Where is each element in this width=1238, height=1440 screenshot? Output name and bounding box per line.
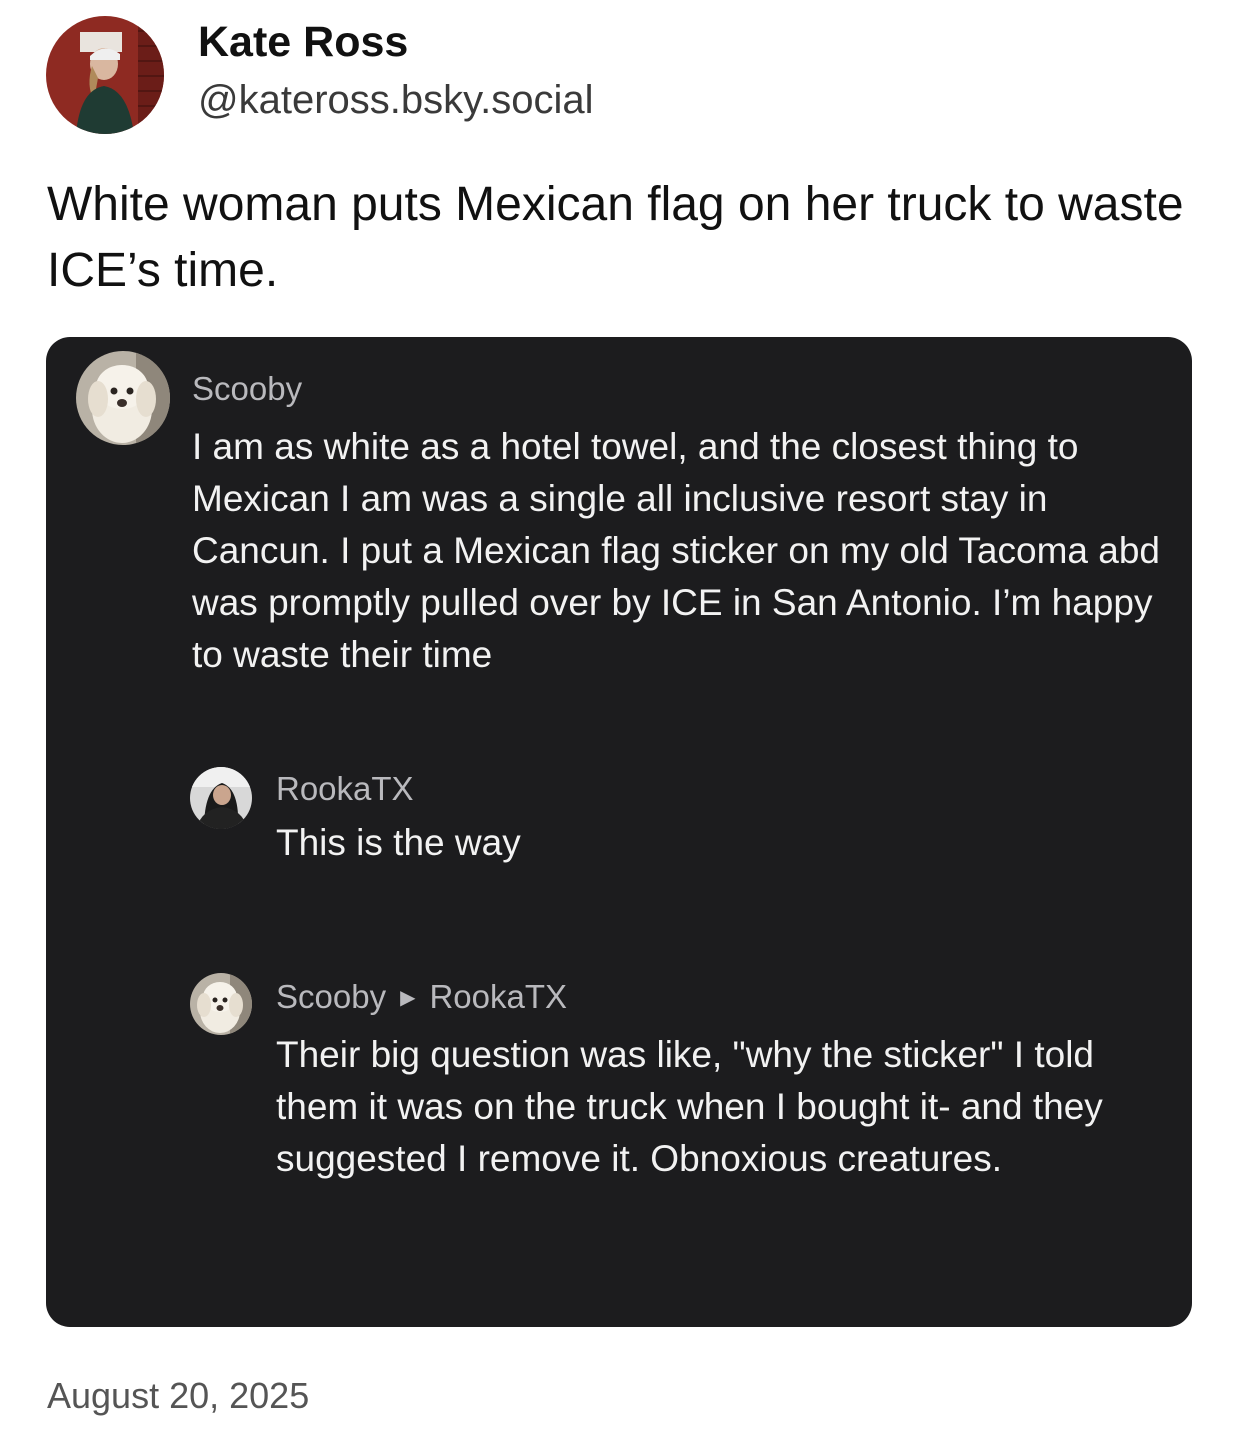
rookatx-avatar	[190, 767, 252, 829]
person-avatar-image	[190, 767, 252, 829]
comment-author: Scooby	[192, 370, 303, 407]
comment-text: I am as white as a hotel towel, and the …	[192, 426, 1160, 675]
author-avatar-image	[46, 16, 164, 134]
author-handle[interactable]: @kateross.bsky.social	[198, 74, 594, 126]
comment-rookatx: RookaTX This is the way	[190, 767, 1170, 877]
post-date: August 20, 2025	[47, 1375, 310, 1416]
comment-text: This is the way	[276, 822, 521, 863]
scooby-avatar	[76, 351, 170, 445]
author-info: Kate Ross @kateross.bsky.social	[198, 16, 594, 126]
reply-to-author: RookaTX	[429, 978, 568, 1015]
comment-author: RookaTX	[276, 770, 414, 807]
comment-scooby-reply: Scooby ▶ RookaTX Their big question was li…	[190, 973, 1180, 1253]
dog-avatar-image	[190, 973, 252, 1035]
author-avatar[interactable]	[46, 16, 164, 134]
dog-avatar-image	[76, 351, 170, 445]
scooby-avatar	[190, 973, 252, 1035]
author-name[interactable]: Kate Ross	[198, 16, 594, 68]
post-header: Kate Ross @kateross.bsky.social	[46, 16, 594, 134]
post-text: White woman puts Mexican flag on her tru…	[47, 178, 1184, 297]
comment-scooby: Scooby I am as white as a hotel towel, a…	[76, 351, 1176, 691]
comment-author-line: Scooby ▶ RookaTX	[276, 977, 567, 1018]
comment-text: Their big question was like, "why the st…	[276, 1034, 1103, 1179]
embedded-image[interactable]: Scooby I am as white as a hotel towel, a…	[46, 337, 1192, 1327]
comment-author: Scooby	[276, 978, 387, 1015]
reply-arrow-icon: ▶	[400, 987, 416, 1009]
